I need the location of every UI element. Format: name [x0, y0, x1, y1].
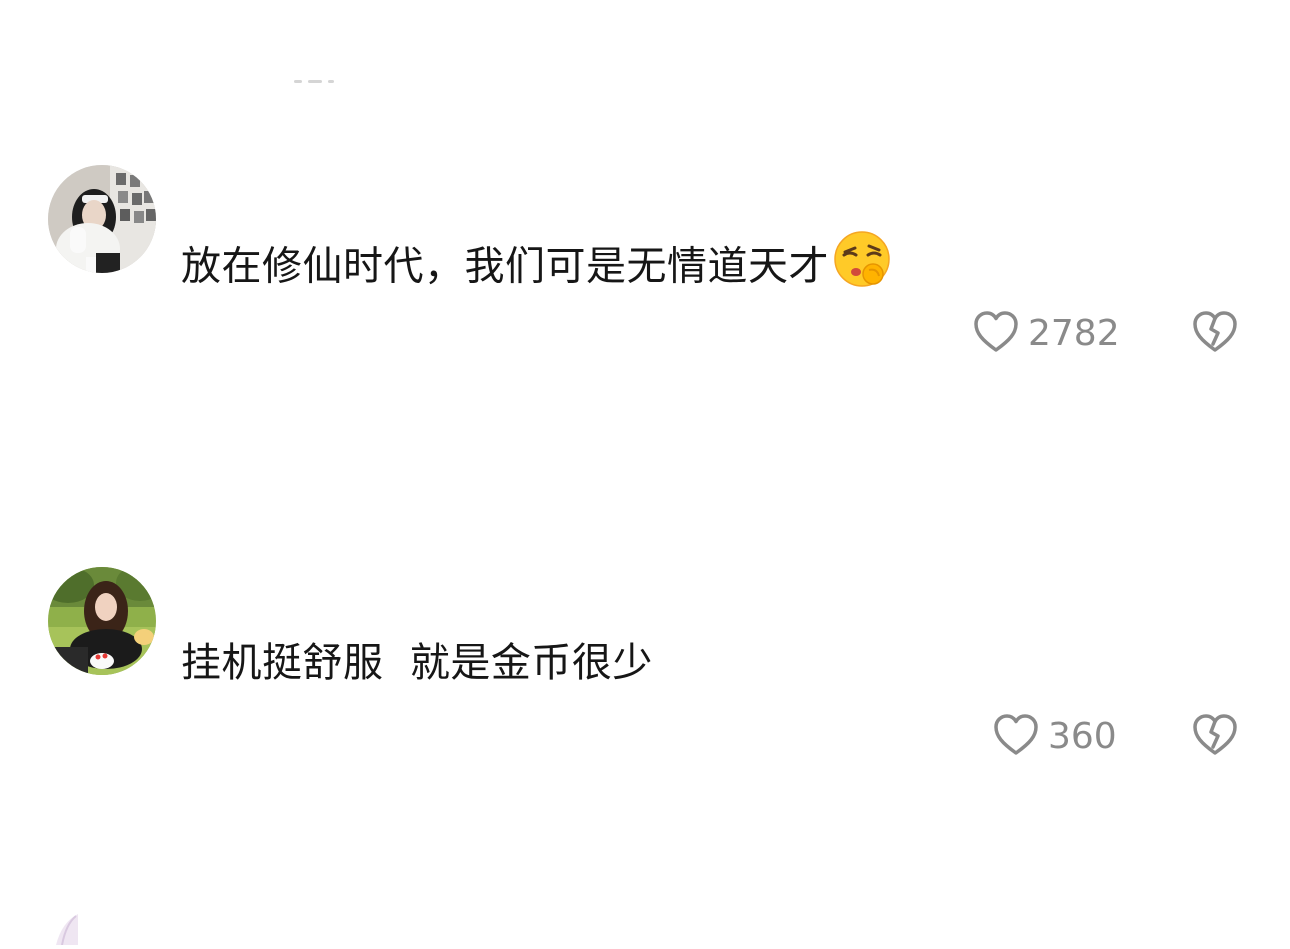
comment-text: 挂机挺舒服 就是金币很少 — [181, 637, 653, 689]
broken-heart-icon — [1191, 714, 1239, 762]
dislike-button[interactable] — [1191, 309, 1239, 359]
like-button[interactable]: 360 — [992, 712, 1117, 762]
avatar[interactable] — [48, 165, 156, 273]
avatar-photo — [48, 567, 156, 675]
dislike-button[interactable] — [1191, 712, 1239, 762]
shushing-kiss-emoji-icon — [833, 230, 891, 301]
avatar-photo — [48, 165, 156, 273]
previous-content-remnant — [290, 76, 338, 86]
comment-text-content: 放在修仙时代，我们可是无情道天才 — [181, 243, 829, 290]
broken-heart-icon — [1191, 311, 1239, 359]
like-count: 2782 — [1028, 313, 1120, 354]
next-avatar-remnant — [48, 912, 88, 946]
like-count: 360 — [1048, 716, 1117, 757]
like-button[interactable]: 2782 — [972, 309, 1120, 359]
comment-text-content: 挂机挺舒服 就是金币很少 — [181, 640, 653, 686]
avatar[interactable] — [48, 567, 156, 675]
comment-text: 放在修仙时代，我们可是无情道天才 — [181, 231, 891, 301]
heart-outline-icon — [992, 712, 1040, 762]
heart-outline-icon — [972, 309, 1020, 359]
